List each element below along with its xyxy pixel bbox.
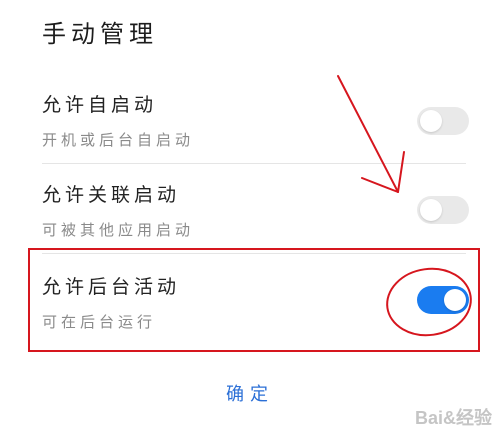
divider xyxy=(42,163,466,164)
confirm-button[interactable]: 确定 xyxy=(0,380,500,406)
list-item-auto-start: 允许自启动 开机或后台自启动 xyxy=(42,90,472,150)
associated-start-label: 允许关联启动 xyxy=(42,184,181,206)
list-item-associated-start: 允许关联启动 可被其他应用启动 xyxy=(42,180,472,240)
watermark: Bai&经验 xyxy=(414,408,492,428)
associated-start-toggle[interactable] xyxy=(417,196,469,224)
manual-management-dialog: 手动管理 允许自启动 开机或后台自启动 允许关联启动 可被其他应用启动 允许后台… xyxy=(0,0,500,434)
dialog-title: 手动管理 xyxy=(42,20,158,48)
auto-start-subtitle: 开机或后台自启动 xyxy=(42,131,195,149)
auto-start-toggle[interactable] xyxy=(417,107,469,135)
highlight-rectangle xyxy=(28,248,480,352)
toggle-knob xyxy=(420,199,442,221)
associated-start-subtitle: 可被其他应用启动 xyxy=(42,221,195,239)
toggle-knob xyxy=(420,110,442,132)
auto-start-label: 允许自启动 xyxy=(42,94,158,116)
